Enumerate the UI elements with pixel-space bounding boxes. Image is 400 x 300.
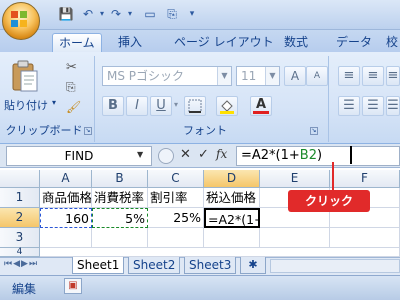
- office-logo-icon: [11, 11, 27, 27]
- font-group-label: フォント: [183, 124, 227, 137]
- borders-button[interactable]: [184, 96, 206, 116]
- ribbon-separator: [94, 56, 95, 142]
- font-launcher-icon[interactable]: ↘: [310, 127, 318, 135]
- font-size-dropdown-icon[interactable]: ▼: [265, 67, 279, 85]
- tab-review[interactable]: 校: [380, 33, 400, 52]
- formula-text-prefix: =A2*(1+: [241, 148, 300, 163]
- cut-icon[interactable]: ✂: [66, 60, 77, 75]
- status-mode: 編集: [12, 282, 37, 296]
- sheet-tab-2[interactable]: Sheet2: [128, 257, 181, 274]
- align-center-button[interactable]: ☰: [362, 96, 384, 116]
- paste-dropdown-icon[interactable]: ▾: [52, 98, 56, 107]
- formula-splitter-handle[interactable]: [158, 148, 174, 164]
- column-header-a[interactable]: A: [40, 170, 92, 188]
- customize-qat-icon[interactable]: ▾: [184, 6, 200, 22]
- underline-button[interactable]: U: [150, 96, 172, 116]
- border-icon: [188, 99, 202, 113]
- row-header-4[interactable]: 4: [0, 248, 40, 257]
- cell-d2-active[interactable]: =A2*(1+: [204, 208, 260, 228]
- column-header-c[interactable]: C: [148, 170, 204, 188]
- column-header-b[interactable]: B: [92, 170, 148, 188]
- align-top-button[interactable]: ≡: [338, 66, 360, 86]
- column-header-d[interactable]: D: [204, 170, 260, 188]
- italic-button[interactable]: I: [126, 96, 148, 116]
- name-box[interactable]: FIND: [6, 146, 152, 166]
- insert-function-icon[interactable]: fx: [216, 147, 227, 161]
- cell-b1[interactable]: 消費税率: [92, 188, 148, 208]
- clipboard-icon: [12, 60, 38, 92]
- click-callout: クリック: [288, 190, 370, 212]
- sheet-tab-3[interactable]: Sheet3: [184, 257, 237, 274]
- align-right-button[interactable]: ☰: [386, 96, 400, 116]
- row-header-2[interactable]: 2: [0, 208, 40, 228]
- font-size-value: 11: [241, 69, 257, 83]
- align-left-button[interactable]: ☰: [338, 96, 360, 116]
- ribbon-separator: [328, 56, 329, 142]
- align-middle-button[interactable]: ≡: [362, 66, 384, 86]
- font-name-value: MS Pゴシック: [107, 69, 185, 83]
- redo-dropdown-icon[interactable]: ▾: [122, 6, 138, 22]
- font-name-combo[interactable]: MS Pゴシック: [102, 66, 232, 86]
- grow-font-button[interactable]: A: [284, 66, 306, 86]
- copy-icon[interactable]: ⎘: [66, 80, 76, 95]
- row-header-1[interactable]: 1: [0, 188, 40, 208]
- cell-c2[interactable]: 25%: [148, 208, 204, 228]
- fill-color-button[interactable]: [216, 96, 238, 116]
- clipboard-launcher-icon[interactable]: ↘: [84, 127, 92, 135]
- cancel-icon[interactable]: ✕: [180, 147, 191, 162]
- tab-formulas[interactable]: 数式: [278, 33, 314, 52]
- fill-bucket-icon: [220, 100, 234, 114]
- enter-icon[interactable]: ✓: [198, 147, 209, 162]
- cell-d1[interactable]: 税込価格: [204, 188, 260, 208]
- cell-c1[interactable]: 割引率: [148, 188, 204, 208]
- tab-page-layout[interactable]: ページ レイアウト: [168, 33, 280, 52]
- spelling-icon[interactable]: ⎘: [164, 6, 180, 22]
- status-bar: [0, 275, 400, 300]
- underline-dropdown-icon[interactable]: ▾: [174, 100, 178, 109]
- tab-home[interactable]: ホーム: [52, 33, 102, 52]
- callout-pointer: [332, 162, 334, 190]
- font-color-swatch: [253, 111, 269, 114]
- cell-e3[interactable]: [260, 228, 330, 248]
- paste-button[interactable]: [10, 60, 40, 94]
- name-box-dropdown-icon[interactable]: ▼: [137, 150, 143, 159]
- shrink-font-button[interactable]: A: [306, 66, 328, 86]
- insert-sheet-icon[interactable]: ✱: [240, 257, 266, 274]
- format-painter-icon[interactable]: 🖌: [66, 100, 81, 114]
- align-bottom-button[interactable]: ≡: [386, 66, 400, 86]
- tab-insert[interactable]: 挿入: [112, 33, 148, 52]
- horizontal-scrollbar[interactable]: [270, 259, 400, 273]
- sheet-tab-1[interactable]: Sheet1: [72, 257, 125, 274]
- clipboard-group-label: クリップボード: [5, 124, 83, 137]
- cell-f3[interactable]: [330, 228, 400, 248]
- save-icon[interactable]: 💾: [58, 6, 74, 22]
- cell-a3[interactable]: [40, 228, 92, 248]
- row-header-3[interactable]: 3: [0, 228, 40, 248]
- macro-record-icon[interactable]: ▣: [64, 278, 82, 294]
- cell-d3[interactable]: [204, 228, 260, 248]
- print-preview-icon[interactable]: ▭: [142, 6, 158, 22]
- font-color-button[interactable]: A: [250, 96, 272, 116]
- bold-button[interactable]: B: [102, 96, 124, 116]
- font-color-letter: A: [255, 97, 267, 112]
- row-4-cells[interactable]: [40, 248, 400, 257]
- cell-a1[interactable]: 商品価格: [40, 188, 92, 208]
- tab-data[interactable]: データ: [330, 33, 378, 52]
- font-name-dropdown-icon[interactable]: ▼: [217, 67, 231, 85]
- select-all-corner[interactable]: [0, 170, 40, 188]
- cell-b3[interactable]: [92, 228, 148, 248]
- row-header-4-label: 4: [16, 247, 23, 257]
- formula-ref-b2: B2: [299, 148, 317, 163]
- cell-a2[interactable]: 160: [40, 208, 92, 228]
- text-cursor-icon: [350, 146, 352, 164]
- cell-c3[interactable]: [148, 228, 204, 248]
- cell-b2[interactable]: 5%: [92, 208, 148, 228]
- sheet-nav-arrows-icon[interactable]: ⏮◀▶⏭: [4, 259, 38, 269]
